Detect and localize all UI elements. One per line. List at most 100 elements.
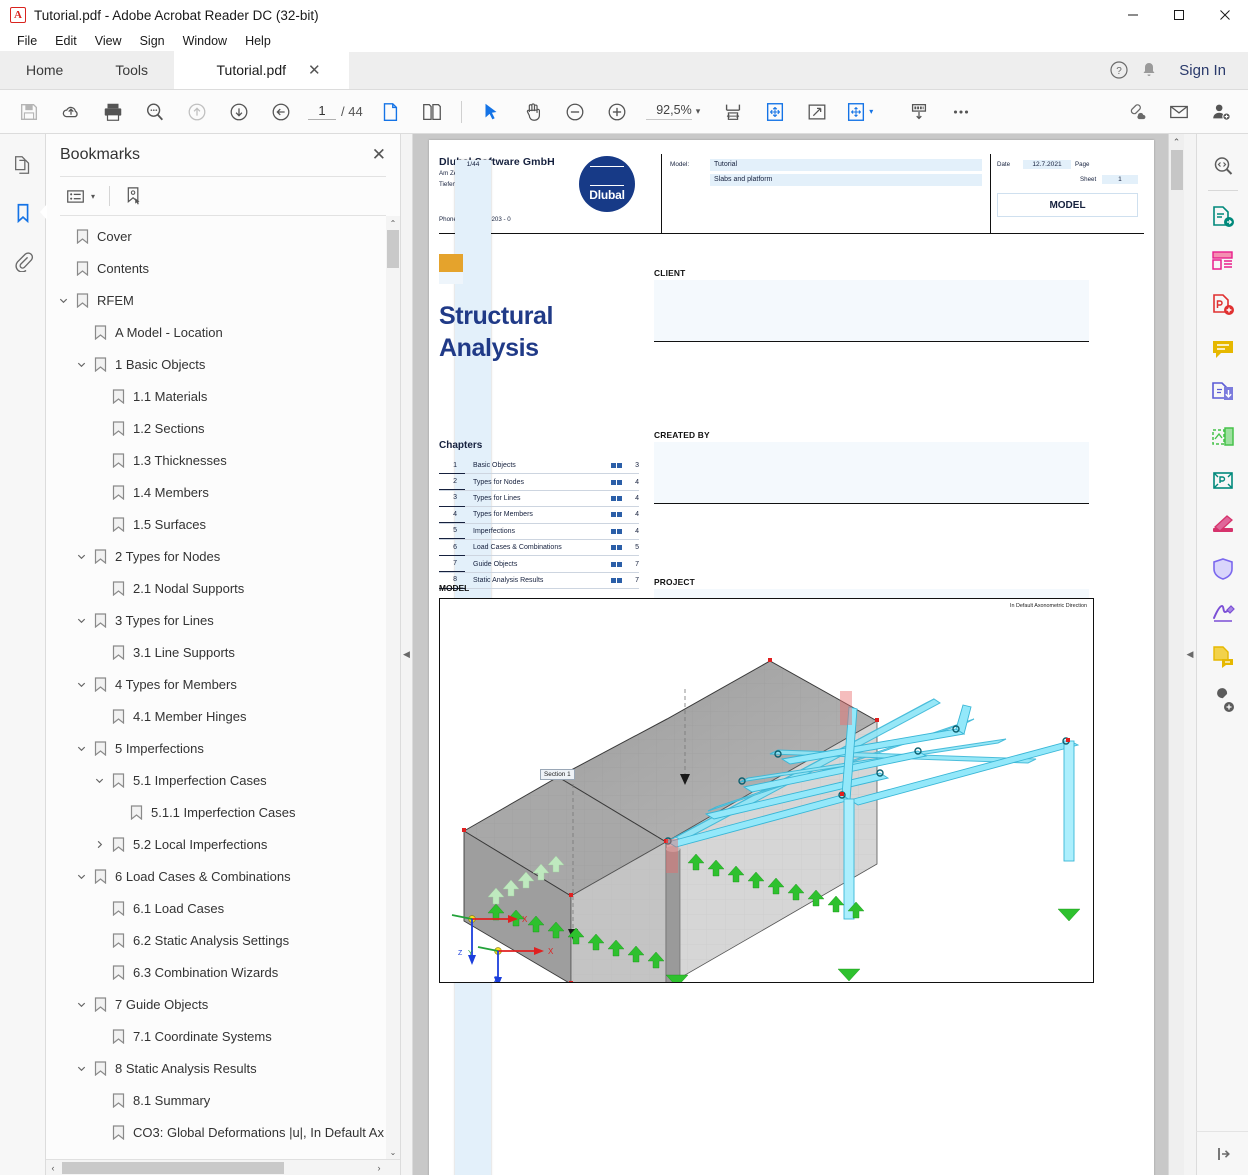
collapse-sidebar-handle[interactable]: ◀ bbox=[401, 134, 413, 1175]
maximize-button[interactable] bbox=[1156, 0, 1202, 30]
chapter-row[interactable]: 3 Types for Lines 4 bbox=[439, 491, 639, 508]
bookmark-item[interactable]: 1.5 Surfaces bbox=[46, 508, 400, 540]
tab-close-icon[interactable]: ✕ bbox=[308, 61, 321, 79]
chevron-down-icon[interactable] bbox=[72, 615, 90, 626]
chapter-row[interactable]: 2 Types for Nodes 4 bbox=[439, 474, 639, 491]
page-thumbnails-button[interactable] bbox=[6, 148, 40, 182]
client-field-box[interactable] bbox=[654, 280, 1089, 342]
bookmark-item[interactable]: 5.2 Local Imperfections bbox=[46, 828, 400, 860]
scroll-down-arrow[interactable]: ⌄ bbox=[386, 1145, 400, 1159]
previous-page-button[interactable] bbox=[176, 92, 218, 132]
close-bookmarks-panel-button[interactable]: ✕ bbox=[372, 145, 386, 165]
bookmark-item[interactable]: 5.1.1 Imperfection Cases bbox=[46, 796, 400, 828]
export-pdf-button[interactable] bbox=[1201, 195, 1245, 239]
fill-and-sign-button[interactable] bbox=[1201, 591, 1245, 635]
chevron-down-icon[interactable] bbox=[72, 679, 90, 690]
upload-to-cloud-button[interactable] bbox=[50, 92, 92, 132]
zoom-control[interactable]: 92,5% ▾ bbox=[645, 103, 701, 120]
fullscreen-button[interactable] bbox=[796, 92, 838, 132]
bookmark-item[interactable]: 1.2 Sections bbox=[46, 412, 400, 444]
email-button[interactable] bbox=[1158, 92, 1200, 132]
bookmark-item[interactable]: 7.1 Coordinate Systems bbox=[46, 1020, 400, 1052]
bookmark-item[interactable]: 6.1 Load Cases bbox=[46, 892, 400, 924]
chapter-row[interactable]: 1 Basic Objects 3 bbox=[439, 458, 639, 475]
comment-button[interactable] bbox=[1201, 327, 1245, 371]
bookmark-item[interactable]: 6.2 Static Analysis Settings bbox=[46, 924, 400, 956]
more-tools-button[interactable] bbox=[940, 92, 982, 132]
compress-pdf-button[interactable] bbox=[1201, 459, 1245, 503]
share-link-button[interactable] bbox=[1116, 92, 1158, 132]
find-text-button[interactable] bbox=[134, 92, 176, 132]
save-button[interactable] bbox=[8, 92, 50, 132]
single-page-view-button[interactable] bbox=[369, 92, 411, 132]
edit-pdf-button[interactable] bbox=[1201, 283, 1245, 327]
bookmark-item[interactable]: 4.1 Member Hinges bbox=[46, 700, 400, 732]
bookmark-item[interactable]: 8.1 Summary bbox=[46, 1084, 400, 1116]
bookmark-item[interactable]: 5.1 Imperfection Cases bbox=[46, 764, 400, 796]
expand-right-panel-handle[interactable]: ◀ bbox=[1184, 134, 1196, 1175]
pan-and-zoom-button[interactable]: ▾ bbox=[838, 92, 880, 132]
create-pdf-button[interactable] bbox=[1201, 239, 1245, 283]
tab-tools[interactable]: Tools bbox=[89, 51, 175, 89]
menu-file[interactable]: File bbox=[8, 32, 46, 50]
organize-pages-button[interactable] bbox=[1201, 415, 1245, 459]
hand-tool-button[interactable] bbox=[512, 92, 554, 132]
more-tools-rail-button[interactable] bbox=[1201, 679, 1245, 723]
chevron-down-icon[interactable] bbox=[72, 359, 90, 370]
bookmark-item[interactable]: 1.4 Members bbox=[46, 476, 400, 508]
expand-tools-pane-button[interactable] bbox=[1196, 1131, 1248, 1175]
select-tool-button[interactable] bbox=[470, 92, 512, 132]
menu-help[interactable]: Help bbox=[236, 32, 280, 50]
bookmark-item[interactable]: 1.1 Materials bbox=[46, 380, 400, 412]
next-page-button[interactable] bbox=[218, 92, 260, 132]
bookmark-item[interactable]: 1 Basic Objects bbox=[46, 348, 400, 380]
scroll-up-arrow[interactable]: ⌃ bbox=[386, 216, 400, 230]
redact-button[interactable] bbox=[1201, 503, 1245, 547]
chevron-down-icon[interactable] bbox=[72, 743, 90, 754]
bookmark-item[interactable]: 7 Guide Objects bbox=[46, 988, 400, 1020]
chevron-down-icon[interactable]: ▾ bbox=[869, 107, 873, 116]
bookmark-item[interactable]: A Model - Location bbox=[46, 316, 400, 348]
bookmarks-hscroll-thumb[interactable] bbox=[62, 1162, 284, 1174]
chevron-down-icon[interactable] bbox=[54, 295, 72, 306]
bookmarks-scroll-thumb[interactable] bbox=[387, 230, 399, 268]
scroll-left-arrow[interactable]: ‹ bbox=[46, 1163, 60, 1173]
menu-window[interactable]: Window bbox=[174, 32, 236, 50]
menu-view[interactable]: View bbox=[86, 32, 131, 50]
attachments-button[interactable] bbox=[6, 244, 40, 278]
chevron-down-icon[interactable] bbox=[72, 999, 90, 1010]
bookmark-item[interactable]: 2.1 Nodal Supports bbox=[46, 572, 400, 604]
chapter-row[interactable]: 4 Types for Members 4 bbox=[439, 507, 639, 524]
add-person-button[interactable] bbox=[1200, 92, 1242, 132]
chevron-down-icon[interactable] bbox=[72, 871, 90, 882]
chevron-down-icon[interactable] bbox=[72, 551, 90, 562]
document-viewport[interactable]: Dlubal Software GmbH Am Zellweg 2 Tiefen… bbox=[413, 134, 1184, 1175]
bookmark-item[interactable]: 2 Types for Nodes bbox=[46, 540, 400, 572]
two-page-view-button[interactable] bbox=[411, 92, 453, 132]
sign-in-button[interactable]: Sign In bbox=[1167, 62, 1238, 79]
created-by-field-box[interactable] bbox=[654, 442, 1089, 504]
print-button[interactable] bbox=[92, 92, 134, 132]
bookmark-item[interactable]: 6 Load Cases & Combinations bbox=[46, 860, 400, 892]
bookmark-item[interactable]: 5 Imperfections bbox=[46, 732, 400, 764]
fit-page-button[interactable] bbox=[754, 92, 796, 132]
bookmark-item[interactable]: CO3: Global Deformations |u|, In Default… bbox=[46, 1116, 400, 1148]
menu-edit[interactable]: Edit bbox=[46, 32, 86, 50]
chevron-down-icon[interactable]: ▾ bbox=[696, 106, 701, 117]
tab-document[interactable]: Tutorial.pdf ✕ bbox=[174, 51, 350, 89]
bookmarks-vertical-scrollbar[interactable]: ⌃ ⌄ bbox=[386, 216, 400, 1159]
combine-files-button[interactable] bbox=[1201, 371, 1245, 415]
chapter-row[interactable]: 6 Load Cases & Combinations 5 bbox=[439, 540, 639, 557]
new-bookmark-button[interactable] bbox=[118, 182, 148, 210]
minimize-button[interactable] bbox=[1110, 0, 1156, 30]
bookmark-options-button[interactable] bbox=[60, 182, 90, 210]
bookmarks-horizontal-scrollbar[interactable]: ‹ › bbox=[46, 1159, 400, 1175]
page-number-input[interactable]: 1 bbox=[308, 103, 336, 120]
chapter-row[interactable]: 7 Guide Objects 7 bbox=[439, 556, 639, 573]
document-scroll-thumb[interactable] bbox=[1171, 150, 1183, 190]
menu-sign[interactable]: Sign bbox=[131, 32, 174, 50]
bookmark-item[interactable]: Cover bbox=[46, 220, 400, 252]
protect-button[interactable] bbox=[1201, 547, 1245, 591]
previous-view-button[interactable] bbox=[260, 92, 302, 132]
bookmark-item[interactable]: RFEM bbox=[46, 284, 400, 316]
